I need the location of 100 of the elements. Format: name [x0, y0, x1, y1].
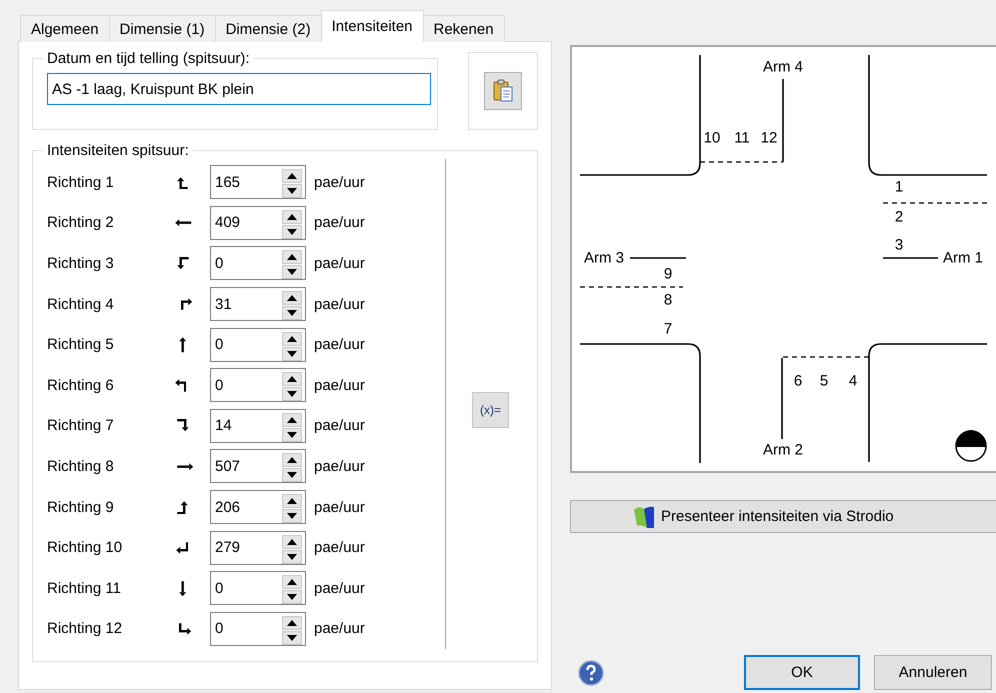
direction-label: Richting 1	[47, 174, 115, 191]
caret-up-icon	[287, 295, 297, 302]
paste-button[interactable]	[484, 72, 522, 110]
spin-up-button[interactable]	[282, 210, 302, 224]
spin-up-button[interactable]	[282, 494, 302, 508]
tab[interactable]: Dimensie (1)	[108, 15, 216, 42]
turn-arrow-icon	[174, 378, 186, 393]
lane-number: 7	[664, 320, 672, 338]
spin-down-button[interactable]	[282, 224, 302, 239]
caret-up-icon	[287, 579, 297, 586]
tab[interactable]: Algemeen	[20, 15, 110, 42]
spin-down-button[interactable]	[282, 346, 302, 361]
unit-label: pae/uur	[314, 417, 365, 434]
clipboard-icon	[492, 79, 514, 103]
caret-down-icon	[287, 391, 297, 398]
caret-down-icon	[287, 554, 297, 560]
unit-label: pae/uur	[314, 296, 365, 313]
caret-up-icon	[287, 457, 297, 464]
turn-arrow-icon	[178, 622, 192, 636]
lane-number: 8	[664, 292, 672, 308]
direction-label: Richting 12	[47, 620, 124, 638]
unit-label: pae/uur	[314, 214, 365, 232]
arm-label: Arm 3	[584, 250, 624, 266]
direction-label: Richting 5	[47, 336, 115, 354]
caret-down-icon	[287, 310, 297, 316]
caret-up-icon	[287, 376, 297, 382]
spin-up-button[interactable]	[282, 412, 302, 427]
turn-arrow-icon	[176, 419, 190, 433]
tab[interactable]: Dimensie (2)	[214, 15, 322, 42]
lane-number: 4	[848, 372, 858, 390]
arm-label: Arm 4	[763, 58, 803, 76]
direction-label: Richting 8	[47, 458, 115, 475]
arrow-icon	[176, 462, 194, 472]
spin-down-button[interactable]	[282, 630, 302, 645]
spin-down-button[interactable]	[282, 428, 302, 442]
caret-down-icon	[287, 228, 297, 235]
spin-up-button[interactable]	[282, 250, 302, 264]
lane-number: 3	[894, 236, 904, 254]
direction-label: Richting 2	[47, 214, 115, 232]
unit-label: pae/uur	[314, 458, 365, 475]
formula-button[interactable]: (x)=	[472, 392, 509, 428]
direction-label: Richting 9	[47, 498, 115, 516]
unit-label: pae/uur	[314, 580, 365, 597]
arrow-icon	[178, 336, 188, 354]
turn-arrow-icon	[176, 256, 190, 270]
caret-down-icon	[287, 472, 297, 478]
tab[interactable]: Intensiteiten	[320, 10, 424, 42]
spin-up-button[interactable]	[282, 291, 302, 306]
caret-down-icon	[287, 634, 297, 641]
direction-label: Richting 7	[47, 417, 115, 434]
unit-label: pae/uur	[314, 620, 365, 638]
tab[interactable]: Rekenen	[422, 15, 505, 42]
group-label: Datum en tijd telling (spitsuur):	[46, 50, 251, 67]
spin-down-button[interactable]	[282, 387, 302, 402]
spin-down-button[interactable]	[282, 590, 302, 604]
caret-down-icon	[287, 188, 297, 194]
spin-down-button[interactable]	[282, 184, 302, 198]
caret-up-icon	[287, 173, 297, 180]
lane-number: 9	[664, 266, 672, 282]
direction-label: Richting 10	[47, 539, 124, 556]
spin-down-button[interactable]	[282, 468, 302, 482]
spin-up-button[interactable]	[282, 372, 302, 386]
spin-up-button[interactable]	[282, 616, 302, 630]
lane-number: 11	[734, 130, 750, 146]
spin-down-button[interactable]	[282, 265, 302, 280]
spin-up-button[interactable]	[282, 169, 302, 184]
spin-down-button[interactable]	[282, 306, 302, 320]
caret-down-icon	[287, 350, 297, 357]
unit-label: pae/uur	[314, 174, 365, 191]
caret-up-icon	[287, 498, 297, 504]
lane-number: 2	[894, 208, 904, 226]
caret-up-icon	[287, 538, 297, 545]
strodio-button[interactable]: Presenteer intensiteiten via Strodio	[570, 500, 996, 533]
dialog-button[interactable]: Annuleren	[874, 655, 992, 690]
unit-label: pae/uur	[314, 498, 365, 516]
group-label: Intensiteiten spitsuur:	[46, 142, 190, 159]
caret-up-icon	[287, 620, 297, 626]
turn-arrow-icon	[176, 176, 190, 189]
caret-up-icon	[287, 254, 297, 260]
spin-up-button[interactable]	[282, 453, 302, 468]
arrow-icon	[178, 580, 188, 597]
lane-number: 10	[704, 130, 720, 146]
direction-label: Richting 4	[47, 296, 115, 313]
caret-down-icon	[287, 513, 297, 520]
spin-up-button[interactable]	[282, 575, 302, 590]
arm-label: Arm 2	[763, 442, 803, 458]
lane-number: 6	[794, 372, 802, 390]
dialog-button[interactable]: OK	[744, 655, 860, 690]
spin-down-button[interactable]	[282, 550, 302, 564]
spin-up-button[interactable]	[282, 534, 302, 549]
spin-down-button[interactable]	[282, 509, 302, 524]
spin-up-button[interactable]	[282, 332, 302, 346]
caret-down-icon	[287, 432, 297, 438]
lane-number: 1	[894, 178, 904, 196]
unit-label: pae/uur	[314, 539, 365, 556]
help-icon[interactable]	[578, 660, 604, 686]
lane-number: 12	[760, 130, 778, 146]
text-field[interactable]: AS -1 laag, Kruispunt BK plein	[47, 73, 431, 105]
unit-label: pae/uur	[314, 376, 365, 394]
caret-up-icon	[287, 416, 297, 423]
